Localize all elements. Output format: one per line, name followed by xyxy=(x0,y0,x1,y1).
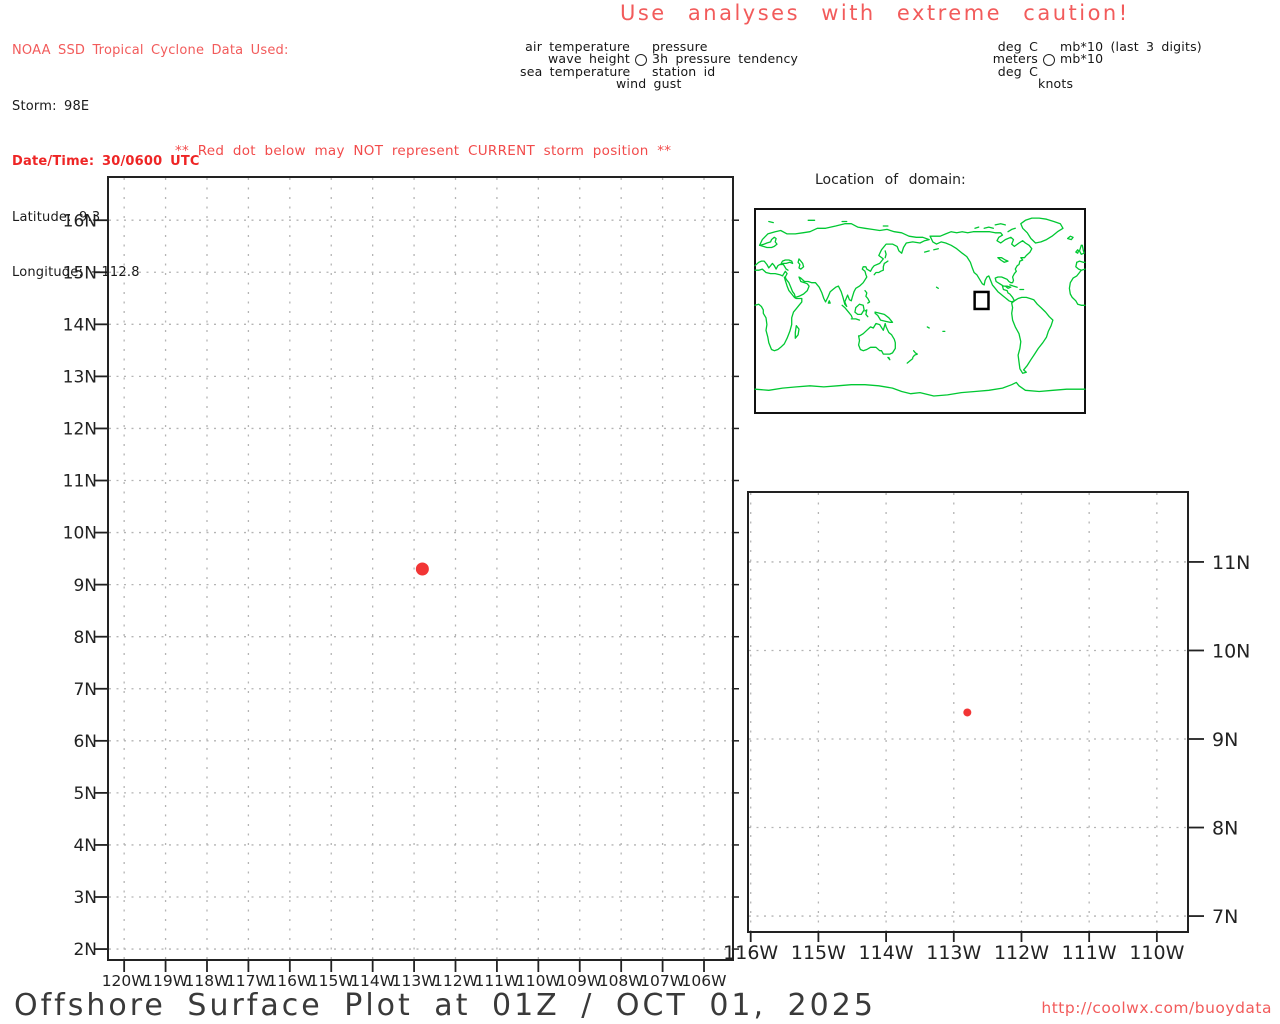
zoom_plot-x-tick-label: 116W xyxy=(723,942,778,964)
coastline xyxy=(1011,296,1054,374)
coastline xyxy=(1007,227,1016,233)
page-title: Offshore Surface Plot at 01Z / OCT 01, 2… xyxy=(14,988,876,1023)
coastline xyxy=(874,311,894,323)
main_plot-y-tick-label: 5N xyxy=(73,784,97,804)
main_plot-y-tick-label: 12N xyxy=(63,420,97,440)
coastline xyxy=(1068,268,1086,306)
main_plot-y-tick-label: 6N xyxy=(73,732,97,752)
coastline xyxy=(1075,261,1082,271)
coastline xyxy=(983,226,994,229)
zoom_plot-y-tick-label: 11N xyxy=(1212,552,1250,574)
coastline xyxy=(997,257,1009,263)
coastline xyxy=(974,226,980,229)
inset-map-title: Location of domain: xyxy=(815,172,966,188)
coastline xyxy=(857,322,896,355)
zoom_plot-x-tick-label: 114W xyxy=(859,942,914,964)
zoom_plot-y-tick-label: 8N xyxy=(1212,817,1238,839)
storm-info-block: NOAA SSD Tropical Cyclone Data Used: Sto… xyxy=(12,5,289,320)
domain-location-box xyxy=(973,290,990,311)
zoom_plot-y-tick-label: 9N xyxy=(1212,729,1238,751)
zoom_plot-x-tick-label: 111W xyxy=(1062,942,1117,964)
storm-longitude: Longitude: −112.8 xyxy=(12,265,140,280)
buoydata-surface-plot-page: 120W 119W 118W 117W 116W 115W 114W 113W 112W 111W… xyxy=(0,0,1280,1024)
zoom_plot-y-tick-label: 7N xyxy=(1212,906,1238,928)
coastline xyxy=(935,286,939,289)
coastline xyxy=(884,250,887,259)
zoom_plot-x-tick-label: 112W xyxy=(994,942,1049,964)
main_plot-y-tick-label: 11N xyxy=(63,472,97,492)
coastline xyxy=(794,325,800,339)
storm-position-dot xyxy=(963,708,972,717)
zoom_plot-x-tick-label: 113W xyxy=(926,942,981,964)
coastline xyxy=(754,381,1086,397)
coastline xyxy=(797,258,805,270)
zoom_plot-x-tick-label: 115W xyxy=(791,942,846,964)
coastline xyxy=(768,220,774,224)
coastline xyxy=(850,318,861,321)
zoom_plot-y-tick-label: 10N xyxy=(1212,640,1250,662)
unit-deg-c-sea: deg C xyxy=(997,63,1038,79)
storm-position-dot xyxy=(415,562,429,576)
zoom_plot-x-tick-label: 110W xyxy=(1129,942,1184,964)
coastline xyxy=(929,235,1016,303)
caution-headline: Use analyses with extreme caution! xyxy=(620,1,1130,25)
coastline xyxy=(933,248,939,251)
coastline xyxy=(906,357,914,364)
coastline xyxy=(780,259,794,266)
main_plot-y-tick-label: 3N xyxy=(73,888,97,908)
unit-knots: knots xyxy=(1038,76,1074,92)
coastline xyxy=(827,300,831,304)
coastline xyxy=(929,231,1033,302)
world-map-frame xyxy=(754,208,1086,414)
coastline xyxy=(1075,249,1080,254)
legend-sea-temperature: sea temperature xyxy=(520,63,631,79)
coastline xyxy=(923,250,930,253)
coastline xyxy=(887,356,891,361)
red-dot-warning: ** Red dot below may NOT represent CURRE… xyxy=(175,143,672,159)
coastline xyxy=(1066,235,1074,241)
coastline xyxy=(841,304,853,319)
coastline xyxy=(864,289,871,304)
coastline xyxy=(754,276,803,352)
storm-latitude: Latitude: 9.3 xyxy=(12,209,101,225)
station-model-legend: air temperature pressure wave height 3h … xyxy=(520,40,798,92)
coastline xyxy=(873,260,889,276)
main_plot-y-tick-label: 9N xyxy=(73,576,97,596)
main_plot-y-tick-label: 2N xyxy=(73,940,97,960)
coastline xyxy=(1020,217,1064,244)
coastline xyxy=(854,303,865,316)
main_plot-y-tick-label: 13N xyxy=(63,368,97,388)
station-circle-icon xyxy=(1043,53,1055,66)
main_plot-y-tick-label: 4N xyxy=(73,836,97,856)
coastline xyxy=(926,326,930,329)
units-legend: deg C mb*10 (last 3 digits) meters mb*10… xyxy=(988,40,1202,92)
main_plot-y-tick-label: 10N xyxy=(63,524,97,544)
unit-mb10: mb*10 xyxy=(1060,51,1104,67)
main_plot-y-tick-label: 8N xyxy=(73,628,97,648)
site-url-link[interactable]: http://coolwx.com/buoydata xyxy=(1041,999,1272,1017)
legend-wind-gust: wind gust xyxy=(616,76,682,92)
coastline xyxy=(754,260,789,271)
main_plot-y-tick-label: 7N xyxy=(73,680,97,700)
world-map xyxy=(754,217,1086,397)
coastline xyxy=(1078,244,1085,255)
coastline xyxy=(912,350,918,359)
storm-id: Storm: 98E xyxy=(12,98,90,114)
coastline xyxy=(864,309,869,318)
coastline xyxy=(1076,260,1086,263)
station-circle-icon xyxy=(635,53,647,66)
data-source-label: NOAA SSD Tropical Cyclone Data Used: xyxy=(12,43,289,58)
coastline xyxy=(994,223,1006,226)
